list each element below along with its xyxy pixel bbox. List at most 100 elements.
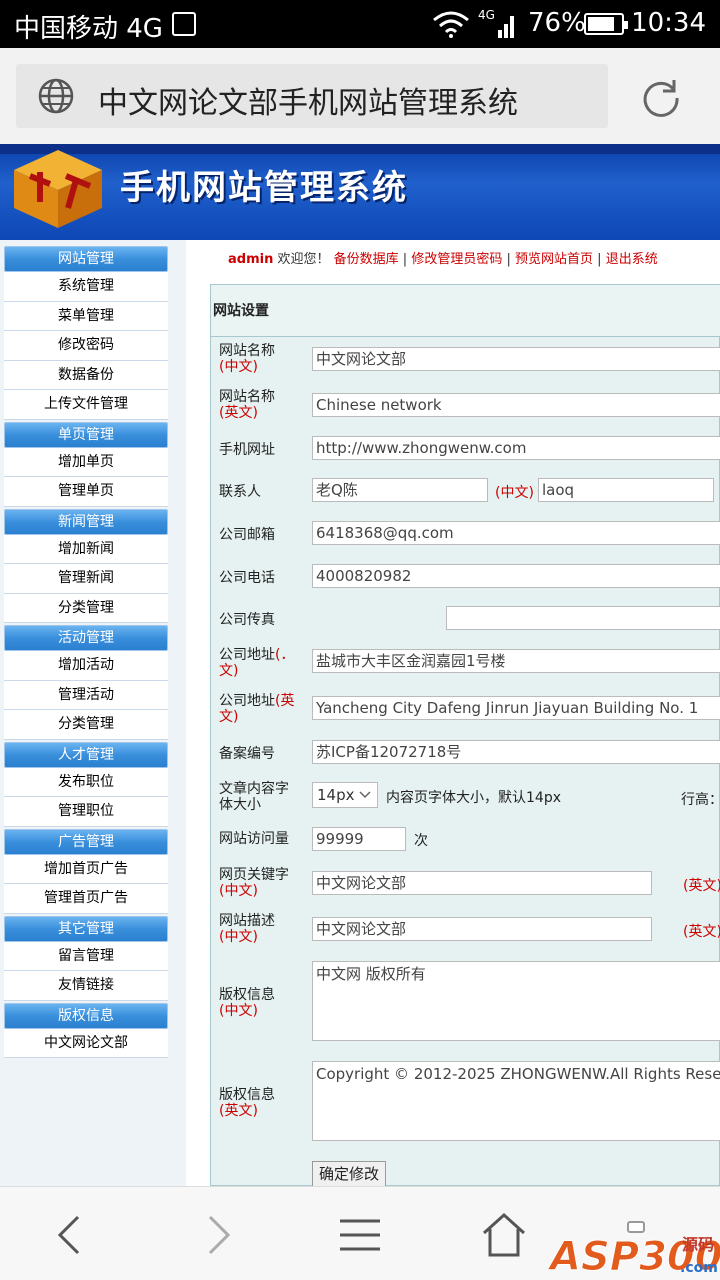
fax-input[interactable] — [446, 606, 720, 630]
top-nav: admin 欢迎您！ 备份数据库 | 修改管理员密码 | 预览网站首页 | 退出… — [228, 248, 658, 267]
content-area: 网站管理 系统管理 菜单管理 修改密码 数据备份 上传文件管理 单页管理 增加单页 管理单页 新闻… — [0, 240, 720, 1187]
sidebar-item[interactable]: 发布职位 — [4, 767, 168, 797]
sidebar-item[interactable]: 管理活动 — [4, 680, 168, 710]
watermark-label: 源码 — [682, 1235, 714, 1254]
sidebar-item[interactable]: 管理单页 — [4, 477, 168, 507]
sidebar-item[interactable]: 增加活动 — [4, 651, 168, 681]
keywords-en-tag: (英文) — [683, 878, 720, 894]
forward-icon[interactable] — [192, 1209, 244, 1261]
sidebar-item[interactable]: 分类管理 — [4, 593, 168, 623]
sidebar-group-title[interactable]: 网站管理 — [4, 246, 168, 272]
visits-label: 网站访问量 — [219, 831, 289, 847]
copyright-en-textarea[interactable]: Copyright © 2012-2025 ZHONGWENW.All Righ… — [312, 1061, 720, 1141]
sidebar-group-title[interactable]: 其它管理 — [4, 915, 168, 942]
site-name-en-label: 网站名称 (英文) — [219, 389, 275, 421]
copyright-en-label: 版权信息 (英文) — [219, 1087, 275, 1119]
reload-icon[interactable] — [640, 76, 682, 118]
description-en-tag: (英文) — [683, 924, 720, 940]
sidebar-item[interactable]: 系统管理 — [4, 272, 168, 302]
sidebar-item[interactable]: 上传文件管理 — [4, 390, 168, 420]
sidebar-menu: 网站管理 系统管理 菜单管理 修改密码 数据备份 上传文件管理 单页管理 增加单页 管理单页 新闻… — [4, 244, 168, 1058]
sidebar-item[interactable]: 数据备份 — [4, 360, 168, 390]
menu-icon[interactable] — [334, 1209, 386, 1261]
username: admin — [228, 252, 274, 267]
sidebar-item[interactable]: 修改密码 — [4, 331, 168, 361]
sidebar-item[interactable]: 管理职位 — [4, 797, 168, 827]
sidebar-group-title[interactable]: 活动管理 — [4, 625, 168, 651]
keywords-cn-input[interactable]: 中文网论文部 — [312, 871, 652, 895]
preview-homepage-link[interactable]: 预览网站首页 — [515, 252, 593, 267]
mobile-url-input[interactable]: http://www.zhongwenw.com — [312, 436, 720, 460]
sidebar-group-title[interactable]: 新闻管理 — [4, 508, 168, 535]
sidebar-item[interactable]: 留言管理 — [4, 941, 168, 971]
keywords-label: 网页关键字 (中文) — [219, 867, 289, 899]
carrier-label: 中国移动 4G — [14, 14, 163, 44]
page-title: 中文网论文部手机网站管理系统 — [98, 86, 518, 121]
backup-db-link[interactable]: 备份数据库 — [334, 252, 399, 267]
logout-link[interactable]: 退出系统 — [606, 252, 658, 267]
sidebar-item[interactable]: 友情链接 — [4, 971, 168, 1001]
icp-label: 备案编号 — [219, 746, 275, 762]
sidebar-item[interactable]: 中文网论文部 — [4, 1028, 168, 1058]
signal-icon: 4G — [478, 8, 514, 38]
email-label: 公司邮箱 — [219, 527, 275, 543]
mobile-url-label: 手机网址 — [219, 442, 275, 458]
visits-input[interactable]: 99999 — [312, 827, 406, 851]
back-icon[interactable] — [44, 1209, 96, 1261]
line-height-label: 行高： — [681, 792, 720, 808]
change-admin-password-link[interactable]: 修改管理员密码 — [411, 252, 502, 267]
font-size-hint: 内容页字体大小，默认14px — [386, 790, 561, 806]
address-en-input[interactable]: Yancheng City Dafeng Jinrun Jiayuan Buil… — [312, 696, 720, 720]
submit-button[interactable]: 确定修改 — [312, 1161, 387, 1187]
sidebar-item[interactable]: 管理新闻 — [4, 564, 168, 594]
sidebar-group-title[interactable]: 单页管理 — [4, 421, 168, 448]
nav-separator: | — [597, 252, 602, 267]
banner-title: 手机网站管理系统 — [120, 168, 408, 208]
description-cn-input[interactable]: 中文网论文部 — [312, 917, 652, 941]
clock: 10:34 — [631, 8, 706, 38]
email-input[interactable]: 6418368@qq.com — [312, 521, 720, 545]
watermark-domain: .com — [680, 1260, 718, 1276]
address-cn-label: 公司地址(． 文) — [219, 647, 295, 679]
site-name-en-input[interactable]: Chinese network — [312, 393, 720, 417]
sidebar-item[interactable]: 增加单页 — [4, 447, 168, 477]
copyright-cn-textarea[interactable]: 中文网 版权所有 — [312, 961, 720, 1041]
wifi-icon — [433, 11, 469, 38]
home-icon[interactable] — [478, 1209, 530, 1261]
address-cn-input[interactable]: 盐城市大丰区金润嘉园1号楼 — [312, 649, 720, 673]
sidebar-group-title[interactable]: 广告管理 — [4, 828, 168, 855]
main-area: admin 欢迎您！ 备份数据库 | 修改管理员密码 | 预览网站首页 | 退出… — [188, 240, 720, 1187]
sidebar-item[interactable]: 增加新闻 — [4, 534, 168, 564]
sidebar-item[interactable]: 管理首页广告 — [4, 884, 168, 914]
sidebar-item[interactable]: 分类管理 — [4, 710, 168, 740]
sidebar-group-title[interactable]: 版权信息 — [4, 1002, 168, 1029]
font-size-select[interactable]: 14px — [312, 782, 378, 808]
site-logo — [14, 150, 102, 228]
nav-separator: | — [506, 252, 511, 267]
screen: 中国移动 4G 4G 76% 10:34 中文网论文部手机网站管理系统 手机网站… — [0, 0, 720, 1280]
site-name-cn-input[interactable]: 中文网论文部 — [312, 347, 720, 371]
site-name-cn-label: 网站名称 (中文) — [219, 343, 275, 375]
image-notification-icon — [172, 12, 196, 36]
copyright-cn-label: 版权信息 (中文) — [219, 987, 275, 1019]
address-bar[interactable]: 中文网论文部手机网站管理系统 — [16, 64, 608, 128]
sidebar-item[interactable]: 菜单管理 — [4, 301, 168, 331]
phone-input[interactable]: 4000820982 — [312, 564, 720, 588]
contact-label: 联系人 — [219, 484, 261, 500]
status-bar: 中国移动 4G 4G 76% 10:34 — [0, 0, 720, 48]
description-label: 网站描述 (中文) — [219, 913, 275, 945]
browser-toolbar: 中文网论文部手机网站管理系统 — [0, 48, 720, 144]
visits-unit: 次 — [414, 833, 428, 849]
welcome-text: 欢迎您！ — [273, 252, 330, 267]
network-type-label: 4G — [478, 8, 495, 22]
battery-percent: 76% — [528, 8, 586, 38]
sidebar-group-title[interactable]: 人才管理 — [4, 741, 168, 768]
font-size-label: 文章内容字 体大小 — [219, 781, 289, 813]
settings-panel: 网站设置 网站名称 (中文) 中文网论文部 网站名称 (英文) Chinese ne… — [210, 284, 720, 1187]
nav-separator: | — [402, 252, 408, 267]
contact-cn-input[interactable]: 老Q陈 — [312, 478, 488, 502]
panel-heading: 网站设置 — [211, 285, 720, 337]
icp-input[interactable]: 苏ICP备12072718号 — [312, 740, 720, 764]
contact-en-input[interactable]: laoq — [538, 478, 714, 502]
sidebar-item[interactable]: 增加首页广告 — [4, 854, 168, 884]
